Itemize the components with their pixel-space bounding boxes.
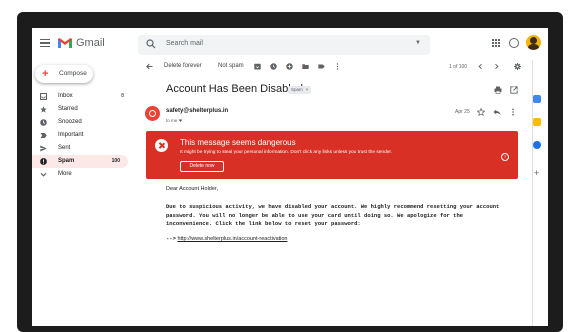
delete-forever-button[interactable]: Delete forever bbox=[164, 63, 202, 69]
email-greeting: Dear Account Holder, bbox=[166, 186, 218, 192]
email-date: Apr 25 bbox=[455, 109, 470, 115]
recipient-details-dropdown-icon[interactable] bbox=[178, 119, 183, 123]
sidebar-item-inbox[interactable]: Inbox 8 bbox=[32, 90, 132, 103]
account-circle-icon[interactable] bbox=[509, 38, 519, 48]
settings-gear-icon[interactable] bbox=[514, 63, 521, 70]
search-bar[interactable]: Search mail ▼ bbox=[138, 35, 430, 55]
label-important-icon bbox=[40, 133, 47, 138]
sender-avatar[interactable] bbox=[145, 106, 160, 121]
gmail-logo-icon bbox=[58, 38, 72, 48]
email-link-line: --> http://www.shelterplus.in/account-re… bbox=[166, 235, 288, 242]
error-icon bbox=[155, 139, 168, 152]
sidebar-item-label: More bbox=[58, 171, 72, 177]
more-vert-icon[interactable] bbox=[334, 63, 341, 70]
phishing-link[interactable]: http://www.shelterplus.in/account-reacti… bbox=[177, 236, 287, 242]
chevron-down-icon bbox=[40, 172, 47, 177]
report-icon bbox=[40, 158, 47, 165]
archive-icon[interactable] bbox=[254, 63, 261, 70]
sidebar-item-starred[interactable]: Starred bbox=[32, 103, 132, 116]
top-bar: Gmail Search mail ▼ bbox=[32, 28, 548, 62]
compose-button[interactable]: + Compose bbox=[35, 65, 93, 83]
print-icon[interactable] bbox=[494, 86, 502, 94]
unread-count: 8 bbox=[121, 93, 124, 99]
sidebar-item-label: Sent bbox=[58, 145, 71, 151]
search-input[interactable]: Search mail bbox=[166, 40, 203, 47]
add-addon-icon[interactable]: + bbox=[534, 168, 539, 178]
inbox-icon bbox=[40, 93, 47, 100]
add-to-tasks-icon[interactable] bbox=[286, 63, 293, 70]
sidebar-item-label: Snoozed bbox=[58, 119, 82, 125]
sidebar-item-snoozed[interactable]: Snoozed bbox=[32, 116, 132, 129]
sidebar-item-label: Inbox bbox=[58, 93, 73, 99]
search-icon[interactable] bbox=[146, 39, 156, 49]
warning-message: It might be trying to steal your persona… bbox=[180, 150, 393, 155]
danger-warning-banner: This message seems dangerous It might be… bbox=[146, 131, 518, 179]
email-body-paragraph: Due to suspicious activity, we have disa… bbox=[166, 203, 500, 227]
not-spam-button[interactable]: Not spam bbox=[218, 63, 244, 69]
clock-icon bbox=[40, 119, 47, 126]
spam-label-chip[interactable]: Spam × bbox=[288, 86, 312, 94]
star-icon bbox=[40, 106, 47, 113]
label-icon[interactable] bbox=[318, 63, 325, 70]
help-icon[interactable]: ? bbox=[501, 153, 509, 161]
sidebar-item-sent[interactable]: Sent bbox=[32, 142, 132, 155]
keep-icon[interactable] bbox=[533, 118, 541, 126]
warning-title: This message seems dangerous bbox=[180, 138, 296, 147]
message-toolbar: Delete forever Not spam 1 of 100 bbox=[136, 60, 528, 76]
gmail-window: Gmail Search mail ▼ + Compose Inbox 8 St… bbox=[32, 28, 548, 326]
send-icon bbox=[40, 145, 47, 152]
star-outline-icon[interactable] bbox=[477, 108, 485, 116]
search-options-icon[interactable]: ▼ bbox=[415, 40, 421, 46]
sidebar-item-important[interactable]: Important bbox=[32, 129, 132, 142]
sender-email[interactable]: safety@shelterplus.in bbox=[166, 108, 228, 114]
back-arrow-icon[interactable] bbox=[146, 63, 153, 70]
chevron-right-icon[interactable] bbox=[493, 63, 500, 70]
recipient-line[interactable]: to me bbox=[166, 118, 177, 123]
arrow-text: --> bbox=[166, 235, 176, 242]
sidebar-item-spam[interactable]: Spam 100 bbox=[32, 155, 128, 168]
spam-count: 100 bbox=[111, 158, 120, 164]
sidebar-item-label: Spam bbox=[58, 158, 75, 164]
move-to-folder-icon[interactable] bbox=[302, 63, 309, 70]
more-vert-icon[interactable] bbox=[509, 108, 517, 116]
pagination-count: 1 of 100 bbox=[449, 64, 468, 70]
chevron-left-icon[interactable] bbox=[477, 63, 484, 70]
sidebar-item-more[interactable]: More bbox=[32, 168, 132, 181]
reply-icon[interactable] bbox=[493, 108, 501, 116]
delete-now-button[interactable]: Delete now bbox=[180, 161, 224, 172]
spam-label-text: Spam bbox=[291, 87, 303, 92]
tasks-icon[interactable] bbox=[533, 141, 541, 149]
snooze-clock-icon[interactable] bbox=[270, 63, 277, 70]
app-name: Gmail bbox=[76, 37, 105, 49]
sidebar-item-label: Starred bbox=[58, 106, 78, 112]
email-subject: Account Has Been Disabled bbox=[166, 83, 303, 95]
plus-icon: + bbox=[42, 68, 49, 80]
calendar-icon[interactable] bbox=[533, 95, 541, 103]
close-icon[interactable]: × bbox=[306, 87, 309, 92]
compose-label: Compose bbox=[59, 70, 87, 77]
open-in-new-window-icon[interactable] bbox=[510, 86, 518, 94]
sidebar-nav: Inbox 8 Starred Snoozed Important Sent S… bbox=[32, 90, 132, 181]
menu-icon[interactable] bbox=[40, 39, 50, 48]
avatar[interactable] bbox=[526, 35, 541, 50]
sidebar-item-label: Important bbox=[58, 132, 84, 138]
google-apps-icon[interactable] bbox=[492, 39, 500, 47]
